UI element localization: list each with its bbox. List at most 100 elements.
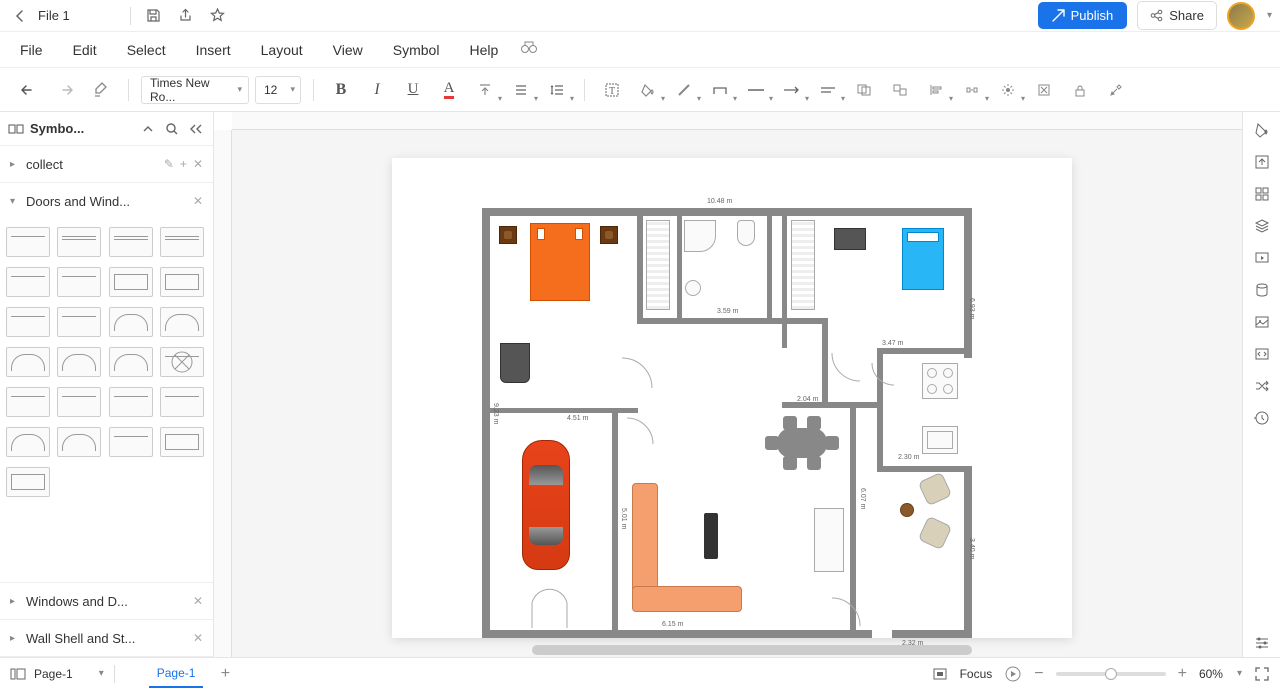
close-icon[interactable]: ✕ <box>193 194 203 208</box>
search-icon[interactable] <box>163 120 181 138</box>
add-page-button[interactable]: + <box>215 664 235 684</box>
horizontal-ruler[interactable] <box>232 112 1242 130</box>
menu-layout[interactable]: Layout <box>249 36 315 64</box>
menu-select[interactable]: Select <box>115 36 178 64</box>
chevron-up-icon[interactable] <box>139 120 157 138</box>
shape-thumb[interactable] <box>160 387 204 417</box>
sofa-vertical[interactable] <box>632 483 658 593</box>
shape-thumb[interactable] <box>6 227 50 257</box>
shape-thumb[interactable] <box>6 307 50 337</box>
zoom-percent[interactable]: 60% <box>1199 667 1223 681</box>
menu-edit[interactable]: Edit <box>61 36 109 64</box>
coffee-table[interactable] <box>900 503 914 517</box>
shape-thumb[interactable] <box>57 267 101 297</box>
group-button[interactable] <box>849 75 879 105</box>
text-tool-button[interactable]: T <box>597 75 627 105</box>
floor-plan[interactable]: 10.48 m 3.59 m 3.47 m 2.04 m 4.51 m 9.23… <box>482 208 972 638</box>
menu-insert[interactable]: Insert <box>184 36 243 64</box>
fill-panel-icon[interactable] <box>1248 116 1276 144</box>
sink[interactable] <box>685 280 701 296</box>
export-icon[interactable] <box>177 7 195 25</box>
binoculars-icon[interactable] <box>520 40 540 60</box>
canvas[interactable]: 10.48 m 3.59 m 3.47 m 2.04 m 4.51 m 9.23… <box>232 130 1242 657</box>
zoom-caret-icon[interactable]: ▾ <box>1237 668 1242 679</box>
redo-button[interactable] <box>50 75 80 105</box>
close-icon[interactable]: ✕ <box>193 157 203 171</box>
connector-button[interactable] <box>705 75 735 105</box>
page-tab[interactable]: Page-1 <box>149 660 204 688</box>
closet-2[interactable] <box>791 220 815 310</box>
export-panel-icon[interactable] <box>1248 148 1276 176</box>
shuffle-panel-icon[interactable] <box>1248 372 1276 400</box>
line-color-button[interactable] <box>669 75 699 105</box>
bold-button[interactable]: B <box>326 75 356 105</box>
close-icon[interactable]: ✕ <box>193 631 203 645</box>
shape-thumb[interactable] <box>160 267 204 297</box>
nightstand-right[interactable] <box>600 226 618 244</box>
desk-bedroom2[interactable] <box>834 228 866 250</box>
sofa-horizontal[interactable] <box>632 586 742 612</box>
focus-icon[interactable] <box>932 667 948 681</box>
format-painter-button[interactable] <box>86 75 116 105</box>
shape-thumb[interactable] <box>160 427 204 457</box>
zoom-slider[interactable] <box>1056 672 1166 676</box>
shape-thumb[interactable] <box>109 347 153 377</box>
share-button[interactable]: Share <box>1137 1 1217 30</box>
save-icon[interactable] <box>145 7 163 25</box>
menu-view[interactable]: View <box>321 36 375 64</box>
vertical-ruler[interactable] <box>214 130 232 657</box>
layers-panel-icon[interactable] <box>1248 212 1276 240</box>
line-spacing-button[interactable] <box>542 75 572 105</box>
shape-thumb[interactable] <box>160 227 204 257</box>
collapse-icon[interactable] <box>187 120 205 138</box>
armchair-2[interactable] <box>918 516 953 551</box>
nightstand-left[interactable] <box>499 226 517 244</box>
font-color-button[interactable]: A <box>434 75 464 105</box>
tv-stand[interactable] <box>704 513 718 559</box>
horizontal-scrollbar[interactable] <box>532 645 972 655</box>
car[interactable] <box>522 440 570 570</box>
publish-button[interactable]: Publish <box>1038 2 1128 29</box>
shape-thumb[interactable] <box>6 467 50 497</box>
page-select-label[interactable]: Page-1 <box>34 667 73 681</box>
play-icon[interactable] <box>1004 665 1022 683</box>
add-icon[interactable]: + <box>180 157 187 171</box>
shape-thumb[interactable] <box>6 347 50 377</box>
avatar-caret-icon[interactable]: ▾ <box>1267 10 1272 21</box>
shape-thumb[interactable] <box>57 227 101 257</box>
shape-thumb[interactable] <box>6 267 50 297</box>
shape-thumb[interactable] <box>57 347 101 377</box>
font-family-select[interactable]: Times New Ro... <box>141 76 249 104</box>
data-panel-icon[interactable] <box>1248 276 1276 304</box>
shape-thumb[interactable] <box>109 307 153 337</box>
avatar[interactable] <box>1227 2 1255 30</box>
star-icon[interactable] <box>209 7 227 25</box>
tools-button[interactable] <box>1101 75 1131 105</box>
fridge[interactable] <box>814 508 844 572</box>
section-head-doors[interactable]: ▾ Doors and Wind... ✕ <box>0 183 213 219</box>
lock-button[interactable] <box>1065 75 1095 105</box>
menu-help[interactable]: Help <box>457 36 510 64</box>
armchair-1[interactable] <box>918 472 953 507</box>
arrow-style-button[interactable] <box>777 75 807 105</box>
grid-panel-icon[interactable] <box>1248 180 1276 208</box>
font-size-select[interactable]: 12 <box>255 76 301 104</box>
checkbox-button[interactable] <box>1029 75 1059 105</box>
align-left-button[interactable] <box>921 75 951 105</box>
toilet[interactable] <box>737 220 755 246</box>
shape-thumb[interactable] <box>109 227 153 257</box>
bed-second[interactable] <box>902 228 944 290</box>
line-end-button[interactable] <box>813 75 843 105</box>
desk-bedroom1[interactable] <box>500 343 530 383</box>
close-icon[interactable]: ✕ <box>193 594 203 608</box>
menu-symbol[interactable]: Symbol <box>381 36 452 64</box>
fullscreen-icon[interactable] <box>1254 666 1270 682</box>
section-head-collect[interactable]: ▸ collect ✎ + ✕ <box>0 146 213 182</box>
valign-button[interactable] <box>470 75 500 105</box>
shape-thumb[interactable] <box>109 427 153 457</box>
shape-thumb[interactable] <box>109 267 153 297</box>
page-select-caret-icon[interactable]: ▾ <box>99 668 104 679</box>
settings-panel-icon[interactable] <box>1248 629 1276 657</box>
menu-file[interactable]: File <box>8 36 55 64</box>
stove[interactable] <box>922 363 958 399</box>
